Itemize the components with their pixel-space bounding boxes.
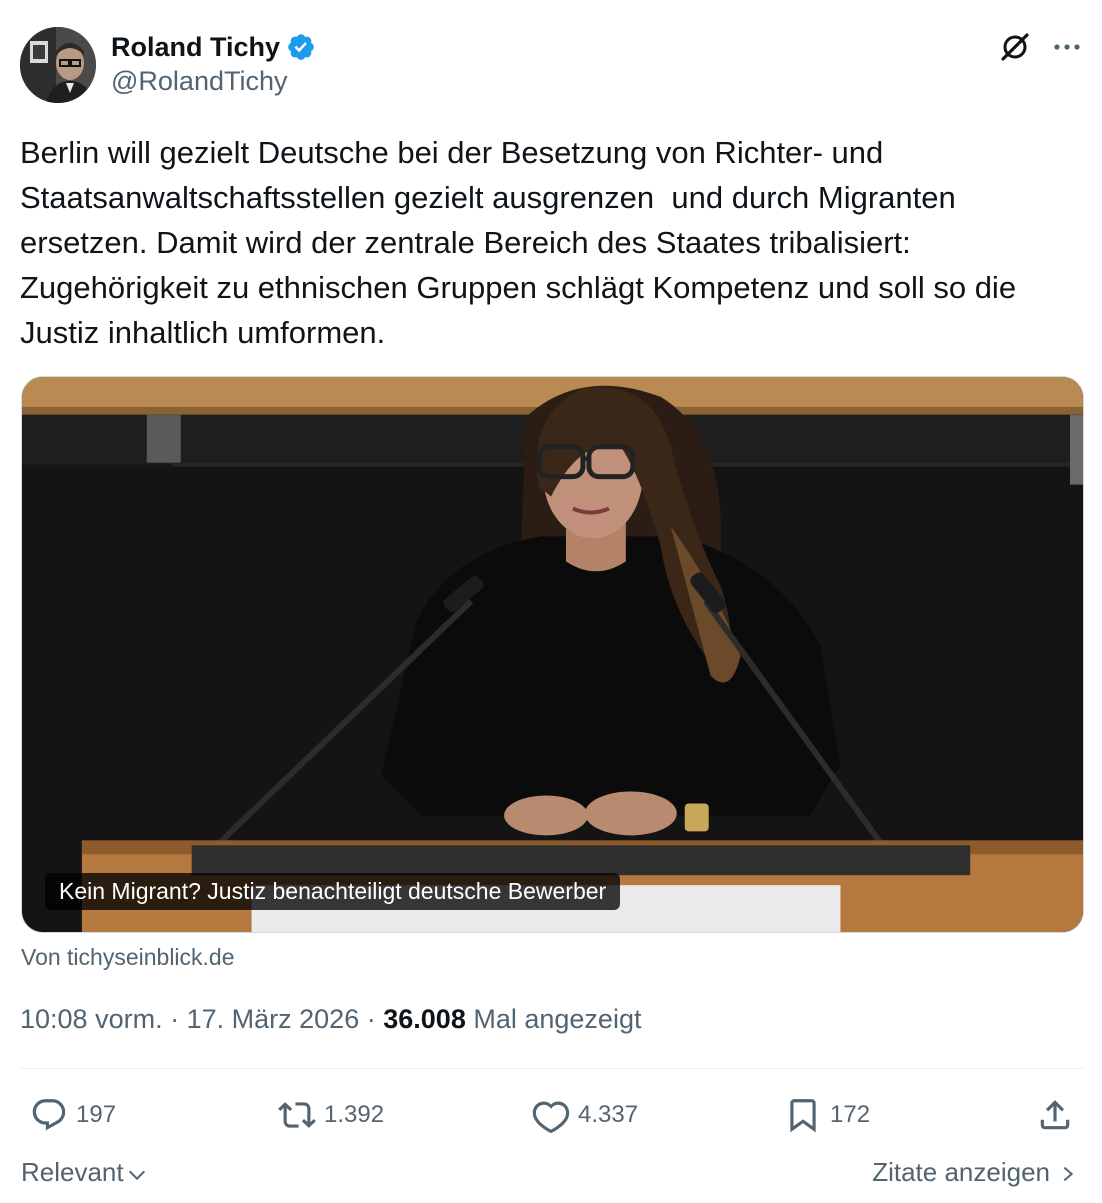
heart-icon (532, 1101, 570, 1134)
share-icon (1040, 1100, 1070, 1130)
author-name[interactable]: Roland Tichy (111, 32, 280, 63)
view-count[interactable]: 36.008 (383, 1004, 466, 1034)
author-handle[interactable]: @RolandTichy (111, 66, 316, 97)
avatar-photo (20, 27, 96, 103)
divider (20, 1068, 1084, 1069)
reply-count: 197 (76, 1101, 117, 1128)
avatar[interactable] (20, 27, 96, 103)
repost-count: 1.392 (324, 1101, 385, 1128)
card-image (22, 377, 1083, 932)
meta-separator: · (170, 1004, 180, 1034)
show-quotes-link[interactable]: Zitate anzeigen (872, 1157, 1078, 1188)
bookmark-icon (790, 1099, 816, 1133)
reply-icon (32, 1099, 66, 1131)
card-caption: Kein Migrant? Justiz benachteiligt deuts… (45, 873, 621, 910)
action-bar: 197 1.392 4.337 172 (20, 1090, 1084, 1140)
verified-badge-icon[interactable] (286, 32, 316, 62)
repost-button[interactable]: 1.392 (278, 1090, 384, 1140)
tweet-meta: 10:08 vorm. · 17. März 2026 · 36.008 Mal… (20, 1004, 641, 1035)
reply-button[interactable]: 197 (30, 1090, 116, 1140)
tweet-time[interactable]: 10:08 vorm. (20, 1004, 163, 1034)
bookmark-button[interactable]: 172 (784, 1090, 870, 1140)
tweet-date[interactable]: 17. März 2026 (187, 1004, 360, 1034)
sort-label: Relevant (21, 1157, 124, 1187)
grok-icon[interactable] (998, 30, 1032, 64)
card-source[interactable]: Von tichyseinblick.de (21, 944, 235, 971)
bookmark-count: 172 (830, 1101, 871, 1128)
reply-footer: Relevant Zitate anzeigen (20, 1153, 1084, 1193)
repost-icon (278, 1102, 316, 1128)
like-button[interactable]: 4.337 (532, 1090, 638, 1140)
link-card[interactable]: Kein Migrant? Justiz benachteiligt deuts… (21, 376, 1084, 933)
quotes-label: Zitate anzeigen (872, 1157, 1050, 1187)
chevron-down-icon (128, 1170, 145, 1180)
author-block: Roland Tichy @RolandTichy (111, 30, 316, 97)
tweet-text: Berlin will gezielt Deutsche bei der Bes… (20, 135, 1017, 350)
view-label: Mal angezeigt (473, 1004, 642, 1034)
chevron-right-icon (1063, 1166, 1074, 1181)
tweet-header: Roland Tichy @RolandTichy (20, 26, 1084, 106)
sort-dropdown[interactable]: Relevant (21, 1157, 148, 1188)
like-count: 4.337 (578, 1101, 639, 1128)
more-icon[interactable] (1052, 32, 1082, 62)
share-button[interactable] (1036, 1090, 1074, 1140)
meta-separator: · (366, 1004, 376, 1034)
